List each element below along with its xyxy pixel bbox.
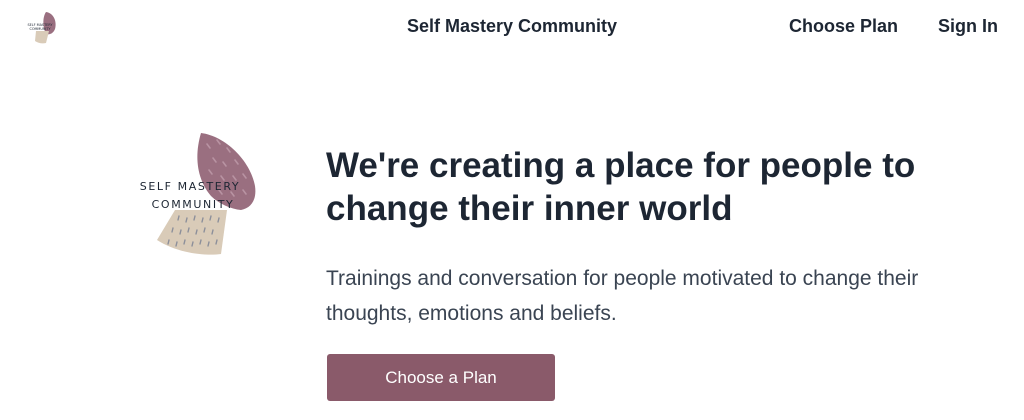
page: SELF MASTERY COMMUNITY Self Mastery Comm… — [0, 0, 1024, 420]
choose-a-plan-button[interactable]: Choose a Plan — [327, 354, 555, 401]
nav-sign-in-link[interactable]: Sign In — [938, 16, 998, 37]
hero-logo-text-line2: COMMUNITY — [152, 198, 235, 211]
logo-icon[interactable]: SELF MASTERY COMMUNITY — [24, 10, 60, 46]
hero-logo-icon: SELF MASTERY COMMUNITY — [140, 133, 256, 255]
logo-text-line2: COMMUNITY — [29, 27, 51, 31]
hero-title: We're creating a place for people to cha… — [326, 146, 916, 228]
nav-choose-plan-link[interactable]: Choose Plan — [789, 16, 898, 37]
hero-subtitle: Trainings and conversation for people mo… — [326, 267, 919, 325]
site-header: SELF MASTERY COMMUNITY Self Mastery Comm… — [0, 0, 1024, 56]
hero-logo-text-line1: SELF MASTERY — [140, 180, 240, 193]
